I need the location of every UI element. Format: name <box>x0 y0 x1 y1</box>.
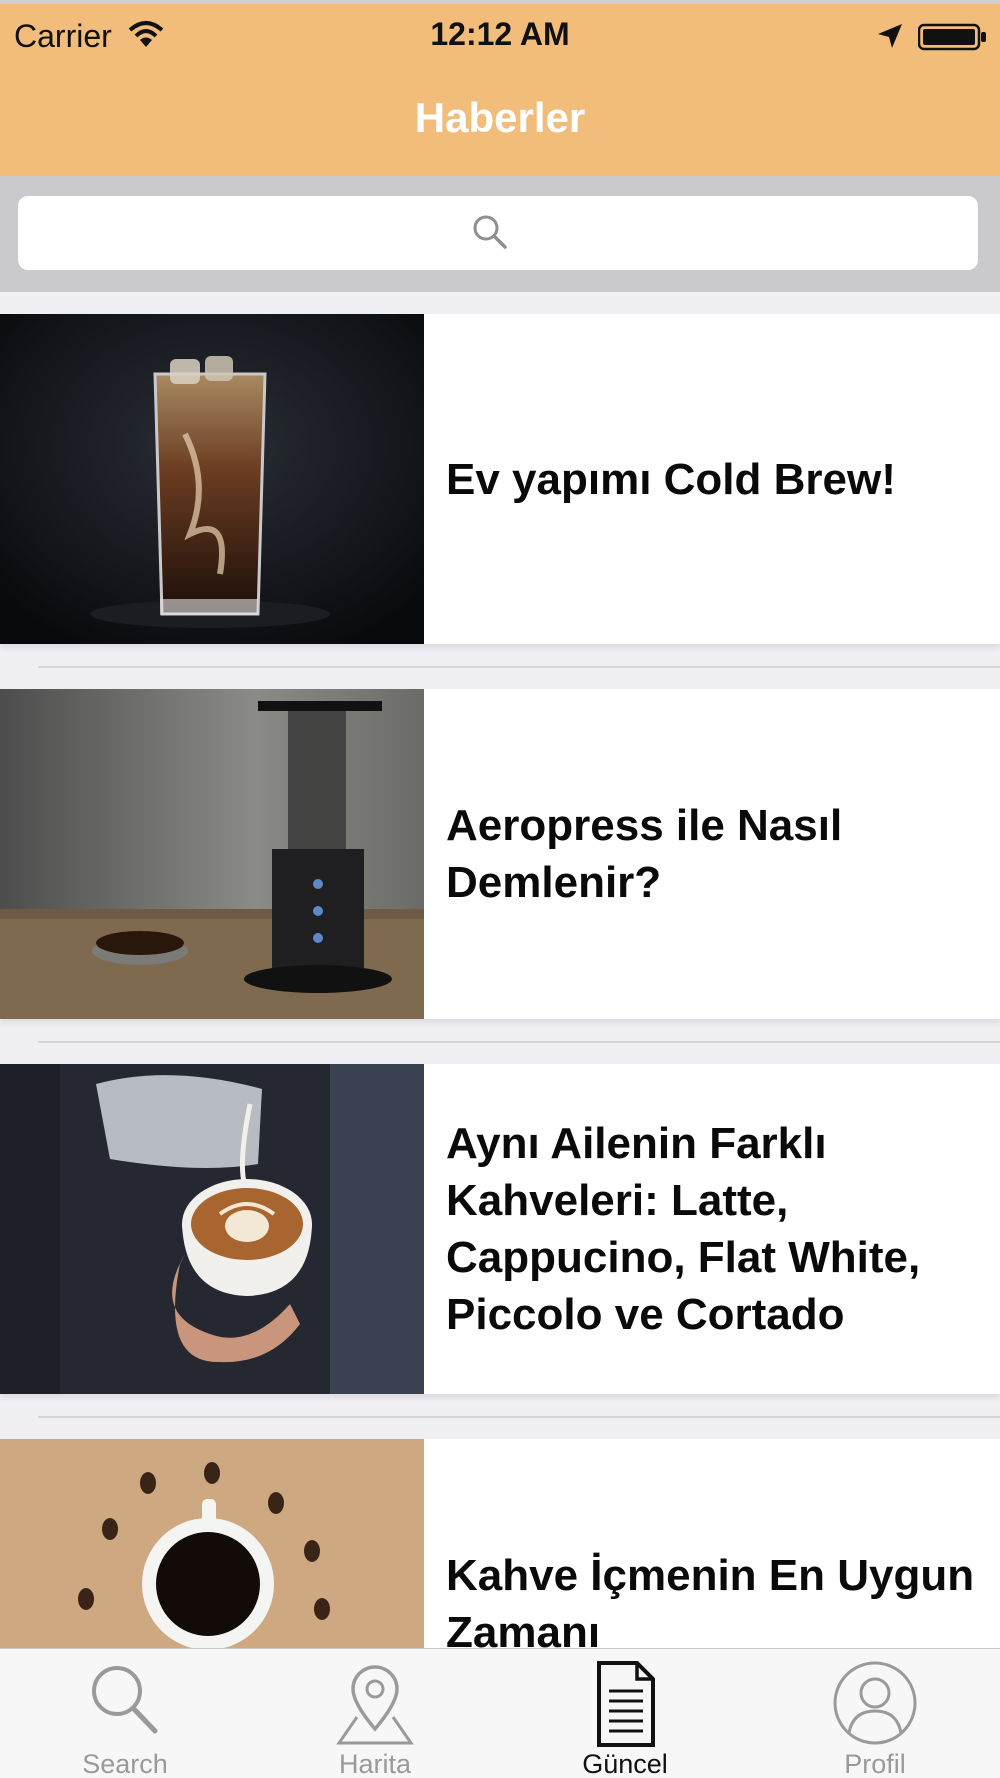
tab-harita[interactable]: Harita <box>250 1649 500 1778</box>
list-item[interactable]: Aeropress ile Nasıl Demlenir? <box>0 689 1000 1019</box>
cold-brew-image <box>0 314 424 644</box>
clock: 12:12 AM <box>430 16 570 52</box>
divider <box>38 666 1000 668</box>
magnifier-icon <box>92 1666 158 1734</box>
status-bar: Carrier 12:12 AM <box>0 4 1000 66</box>
tab-search[interactable]: Search <box>0 1649 250 1778</box>
list-item[interactable]: Aynı Ailenin Farklı Kahveleri: Latte, Ca… <box>0 1064 1000 1394</box>
person-icon <box>833 1661 917 1745</box>
document-icon <box>597 1661 655 1747</box>
article-thumbnail <box>0 1064 424 1394</box>
article-title: Aeropress ile Nasıl Demlenir? <box>446 801 843 907</box>
article-thumbnail <box>0 1439 424 1648</box>
battery-icon <box>918 23 986 51</box>
article-title: Ev yapımı Cold Brew! <box>446 454 896 504</box>
list-item[interactable]: Ev yapımı Cold Brew! <box>0 314 1000 644</box>
search-icon <box>473 215 507 249</box>
location-arrow-icon <box>878 24 902 48</box>
search-input[interactable] <box>18 196 978 270</box>
tab-label: Harita <box>338 1749 412 1778</box>
article-thumbnail <box>0 689 424 1019</box>
list-item[interactable]: Kahve İçmenin En Uygun Zamanı <box>0 1439 1000 1648</box>
page-title: Haberler <box>414 94 586 141</box>
tab-label: Güncel <box>582 1749 668 1778</box>
article-thumbnail <box>0 314 424 644</box>
tab-guncel[interactable]: Güncel <box>500 1649 750 1778</box>
search-bar <box>0 176 1000 292</box>
header: Carrier 12:12 AM Haberler <box>0 0 1000 176</box>
tab-label: Search <box>82 1749 168 1778</box>
article-title: Kahve İçmenin En Uygun Zamanı <box>446 1551 975 1648</box>
article-list[interactable]: Ev yapımı Cold Brew! Aeropress ile Nasıl… <box>0 292 1000 1648</box>
tab-bar: Search Harita Güncel Profil <box>0 1648 1000 1778</box>
map-pin-icon <box>336 1665 414 1745</box>
tab-profil[interactable]: Profil <box>750 1649 1000 1778</box>
aeropress-image <box>0 689 424 1019</box>
article-title: Aynı Ailenin Farklı Kahveleri: Latte, Ca… <box>446 1119 921 1339</box>
divider <box>38 1041 1000 1043</box>
latte-art-image <box>0 1064 424 1394</box>
screen: Carrier 12:12 AM Haberler Ev yapımı Cold… <box>0 0 1000 1778</box>
tab-label: Profil <box>844 1749 906 1778</box>
divider <box>38 1416 1000 1418</box>
coffee-cup-image <box>0 1439 424 1648</box>
